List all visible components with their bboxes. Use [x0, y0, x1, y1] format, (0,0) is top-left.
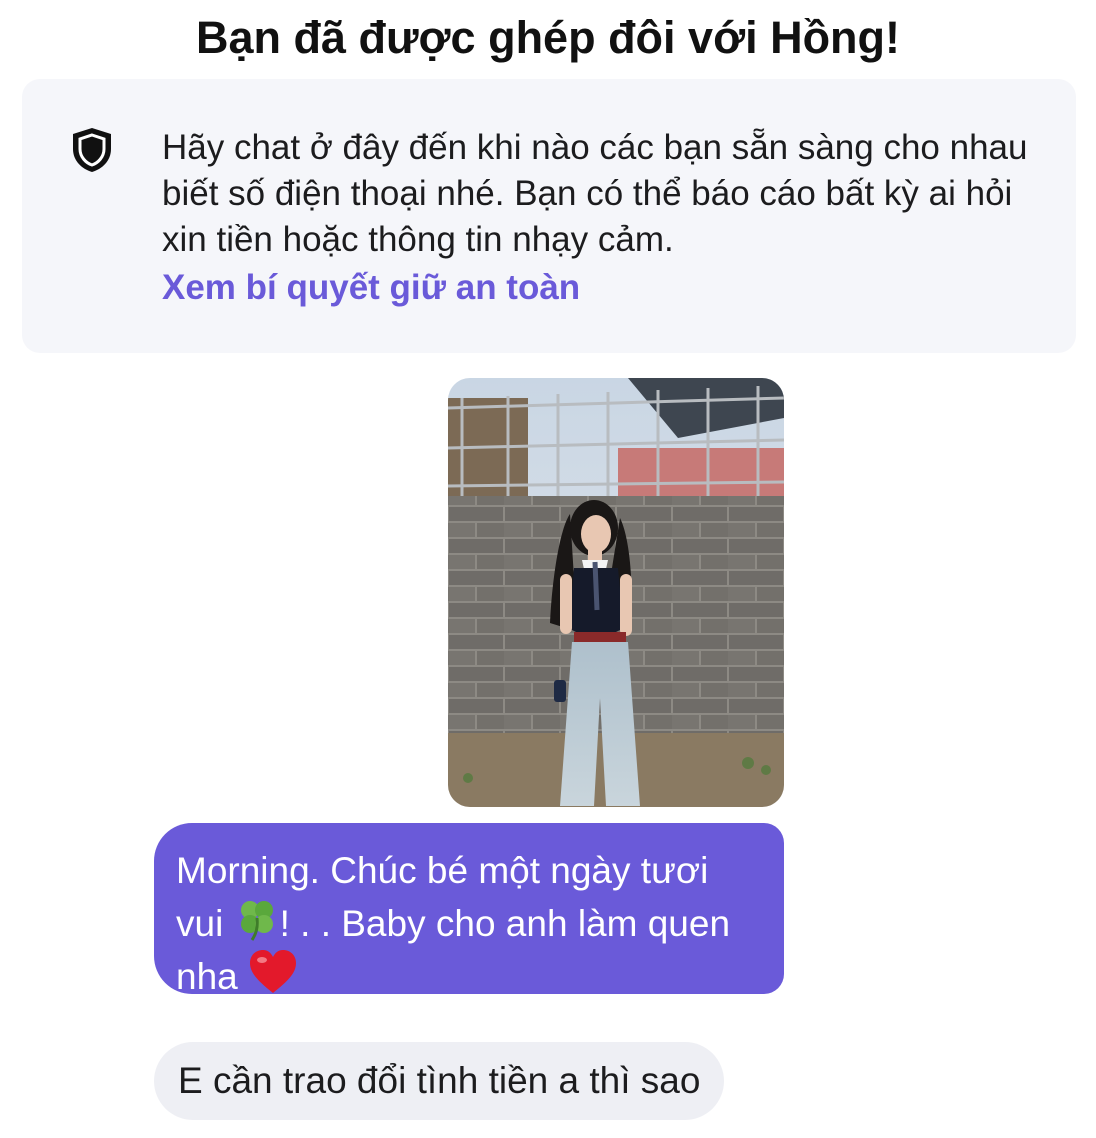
sent-message-bubble[interactable]: Morning. Chúc bé một ngày tươi vui ! . .… [154, 823, 784, 997]
safety-notice-text: Hãy chat ở đây đến khi nào các bạn sẵn s… [162, 128, 1028, 259]
received-message-bubble[interactable]: E cần trao đổi tình tiền a thì sao [154, 1042, 725, 1120]
shared-photo [448, 378, 784, 807]
red-heart-icon [250, 950, 297, 993]
photo-message[interactable] [448, 378, 784, 807]
sent-message-text: Morning. Chúc bé một ngày tươi vui ! . .… [176, 845, 762, 1002]
shield-icon [73, 128, 111, 172]
page-title: Bạn đã được ghép đôi với Hồng! [195, 12, 901, 63]
received-message-text: E cần trao đổi tình tiền a thì sao [178, 1060, 701, 1101]
safety-tips-link[interactable]: Xem bí quyết giữ an toàn [162, 265, 580, 311]
four-leaf-clover-icon [240, 901, 273, 941]
